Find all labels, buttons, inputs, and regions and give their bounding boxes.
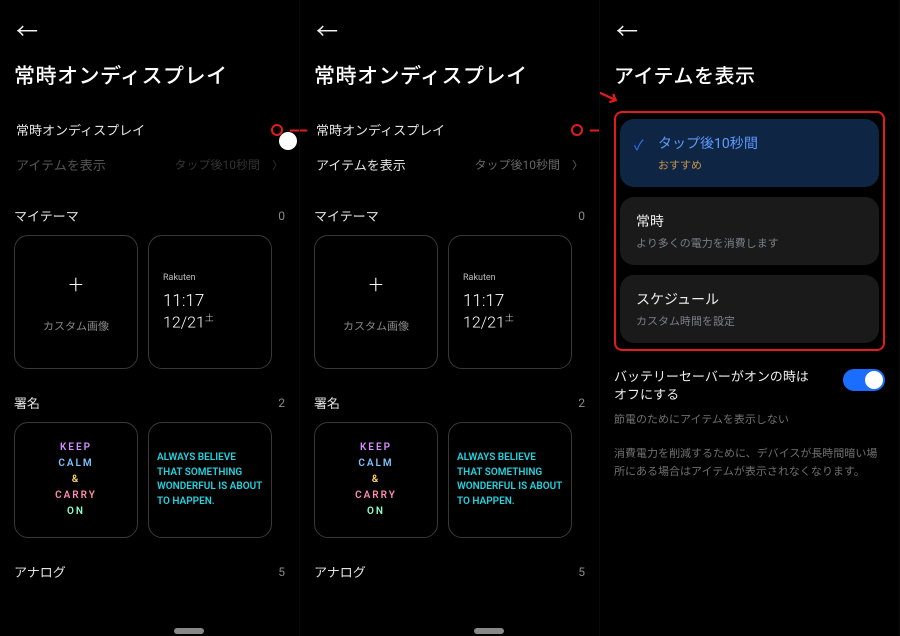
- plus-icon: +: [369, 270, 384, 300]
- scroll-indicator: [396, 628, 504, 634]
- section-themes-label: マイテーマ: [14, 206, 79, 225]
- battery-saver-row: バッテリーセーバーがオンの時はオフにする 節電のためにアイテムを表示しない: [614, 369, 885, 427]
- section-themes-count: 0: [278, 209, 285, 223]
- section-analog-count: 5: [578, 565, 585, 579]
- page-title: 常時オンディスプレイ: [314, 60, 585, 90]
- section-analog-label: アナログ: [14, 562, 66, 581]
- battery-saver-toggle[interactable]: [843, 369, 885, 391]
- keep-calm-text: KEEP CALM & CARRY ON: [55, 440, 97, 520]
- option-tap10[interactable]: ✓ タップ後10秒間 おすすめ: [620, 119, 879, 187]
- option-main: 常時: [636, 211, 863, 231]
- back-icon[interactable]: ←: [314, 8, 585, 50]
- section-analog-header: アナログ 5: [314, 562, 585, 581]
- always-believe-text: ALWAYS BELIEVE THAT SOMETHING WONDERFUL …: [157, 451, 263, 509]
- tile-custom-image[interactable]: + カスタム画像: [314, 235, 438, 369]
- chevron-right-icon: 〉: [272, 157, 283, 173]
- tile-keep-calm[interactable]: KEEP CALM & CARRY ON: [14, 422, 138, 538]
- clock-date: 12/21土: [463, 311, 514, 331]
- signature-grid: KEEP CALM & CARRY ON ALWAYS BELIEVE THAT…: [314, 422, 585, 538]
- panel-aod-on: ← 常時オンディスプレイ ← 常時オンディスプレイ → アイテムを表示 タップ後…: [300, 0, 600, 636]
- back-icon[interactable]: ←: [14, 8, 285, 50]
- themes-grid: + カスタム画像 Rakuten 11:17 12/21土: [314, 235, 585, 369]
- chevron-right-icon: 〉: [572, 157, 583, 173]
- check-icon: ✓: [634, 135, 644, 155]
- clock-time: 11:17: [463, 291, 504, 311]
- page-title: 常時オンディスプレイ: [14, 60, 285, 90]
- tile-always-believe[interactable]: ALWAYS BELIEVE THAT SOMETHING WONDERFUL …: [148, 422, 272, 538]
- tile-always-believe[interactable]: ALWAYS BELIEVE THAT SOMETHING WONDERFUL …: [448, 422, 572, 538]
- aod-toggle-label: 常時オンディスプレイ: [16, 120, 145, 139]
- tile-keep-calm[interactable]: KEEP CALM & CARRY ON: [314, 422, 438, 538]
- section-themes-count: 0: [578, 209, 585, 223]
- option-sub: おすすめ: [658, 157, 863, 173]
- section-analog-label: アナログ: [314, 562, 366, 581]
- annotation-box: ✓ タップ後10秒間 おすすめ 常時 より多くの電力を消費します スケジュール …: [614, 111, 885, 351]
- section-signature-label: 署名: [14, 393, 40, 412]
- themes-grid: + カスタム画像 Rakuten 11:17 12/21土: [14, 235, 285, 369]
- aod-toggle-label: 常時オンディスプレイ: [316, 120, 445, 139]
- annotation-box: [571, 124, 583, 136]
- show-items-value: タップ後10秒間: [175, 156, 261, 173]
- section-themes-header: マイテーマ 0: [14, 206, 285, 225]
- page-title: アイテムを表示: [614, 60, 885, 89]
- plus-icon: +: [69, 270, 84, 300]
- section-themes-header: マイテーマ 0: [314, 206, 585, 225]
- annotation-arrow-icon: →: [589, 115, 600, 144]
- section-signature-label: 署名: [314, 393, 340, 412]
- annotation-arrow-icon: ←: [300, 115, 308, 144]
- clock-brand: Rakuten: [463, 273, 496, 283]
- section-themes-label: マイテーマ: [314, 206, 379, 225]
- signature-grid: KEEP CALM & CARRY ON ALWAYS BELIEVE THAT…: [14, 422, 285, 538]
- panel-aod-off: ← 常時オンディスプレイ 常時オンディスプレイ → アイテムを表示 タップ後10…: [0, 0, 300, 636]
- section-analog-header: アナログ 5: [14, 562, 285, 581]
- annotation-arrow-icon: →: [289, 115, 300, 144]
- tile-custom-label: カスタム画像: [343, 318, 409, 334]
- back-icon[interactable]: ←: [614, 8, 885, 50]
- tile-custom-image[interactable]: + カスタム画像: [14, 235, 138, 369]
- option-main: スケジュール: [636, 289, 863, 309]
- show-items-label: アイテムを表示: [16, 155, 106, 174]
- show-items-value: タップ後10秒間: [475, 156, 561, 173]
- section-signature-header: 署名 2: [14, 393, 285, 412]
- option-schedule[interactable]: スケジュール カスタム時間を設定: [620, 275, 879, 343]
- section-signature-header: 署名 2: [314, 393, 585, 412]
- section-analog-count: 5: [278, 565, 285, 579]
- option-sub: カスタム時間を設定: [636, 313, 863, 329]
- panel-show-items: ← アイテムを表示 ↘ ✓ タップ後10秒間 おすすめ 常時 より多くの電力を消…: [600, 0, 900, 636]
- keep-calm-text: KEEP CALM & CARRY ON: [355, 440, 397, 520]
- section-signature-count: 2: [278, 396, 285, 410]
- show-items-row: アイテムを表示 タップ後10秒間 〉: [14, 147, 285, 182]
- option-always[interactable]: 常時 より多くの電力を消費します: [620, 197, 879, 265]
- clock-time: 11:17: [163, 291, 204, 311]
- annotation-box: [271, 124, 283, 136]
- tile-custom-label: カスタム画像: [43, 318, 109, 334]
- show-items-label: アイテムを表示: [316, 155, 406, 174]
- section-signature-count: 2: [578, 396, 585, 410]
- option-list: ✓ タップ後10秒間 おすすめ 常時 より多くの電力を消費します スケジュール …: [620, 119, 879, 343]
- battery-saver-sub: 節電のためにアイテムを表示しない: [614, 411, 814, 427]
- clock-date: 12/21土: [163, 311, 214, 331]
- clock-brand: Rakuten: [163, 273, 196, 283]
- always-believe-text: ALWAYS BELIEVE THAT SOMETHING WONDERFUL …: [457, 451, 563, 509]
- show-items-row[interactable]: アイテムを表示 タップ後10秒間 〉: [314, 147, 585, 182]
- option-main: タップ後10秒間: [658, 133, 863, 153]
- tile-clock-theme[interactable]: Rakuten 11:17 12/21土: [448, 235, 572, 369]
- aod-toggle-row: 常時オンディスプレイ: [314, 112, 585, 147]
- power-note: 消費電力を削減するために、デバイスが長時間暗い場所にある場合はアイテムが表示され…: [614, 445, 885, 480]
- battery-saver-label: バッテリーセーバーがオンの時はオフにする: [614, 369, 814, 405]
- tile-clock-theme[interactable]: Rakuten 11:17 12/21土: [148, 235, 272, 369]
- scroll-indicator: [96, 628, 204, 634]
- option-sub: より多くの電力を消費します: [636, 235, 863, 251]
- aod-toggle-row: 常時オンディスプレイ: [14, 112, 285, 147]
